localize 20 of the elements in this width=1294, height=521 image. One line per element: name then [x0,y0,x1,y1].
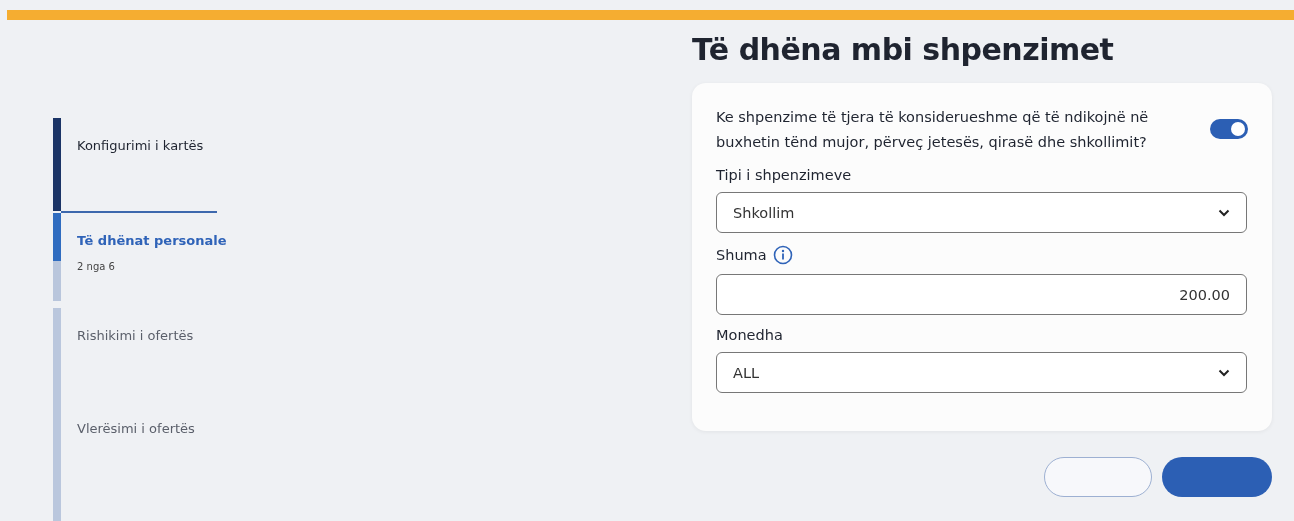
field-label: Tipi i shpenzimeve [716,167,852,183]
step-label[interactable]: Vlerësimi i ofertës [77,421,195,436]
question-text: Ke shpenzime të tjera të konsiderueshme që të ndikojnë në buxhetin tënd mujor, përveç jetesës, qirasë dhe shkollimit? [716,108,1150,152]
dropdown[interactable]: Shkollim [716,192,1247,233]
dropdown[interactable]: ALL [716,352,1247,393]
primary-button[interactable] [1162,457,1272,497]
chevron-down-icon [1218,208,1230,217]
field-label: Monedha [716,327,783,343]
field-label: Shuma [716,247,767,263]
step-label[interactable]: Konfigurimi i kartës [77,138,204,153]
step-count: 2 nga 6 [77,261,116,272]
step-label[interactable]: Të dhënat personale [77,233,227,248]
dropdown-value: Shkollim [733,204,795,221]
chevron-down-icon [1218,368,1230,377]
toggle-switch[interactable] [1210,119,1248,139]
page-title: Të dhëna mbi shpenzimet [692,32,1115,67]
step-label[interactable]: Rishikimi i ofertës [77,328,194,343]
info-icon[interactable] [772,245,793,265]
dropdown-value: ALL [733,364,760,381]
amount-field[interactable]: 200.00 [716,274,1247,315]
